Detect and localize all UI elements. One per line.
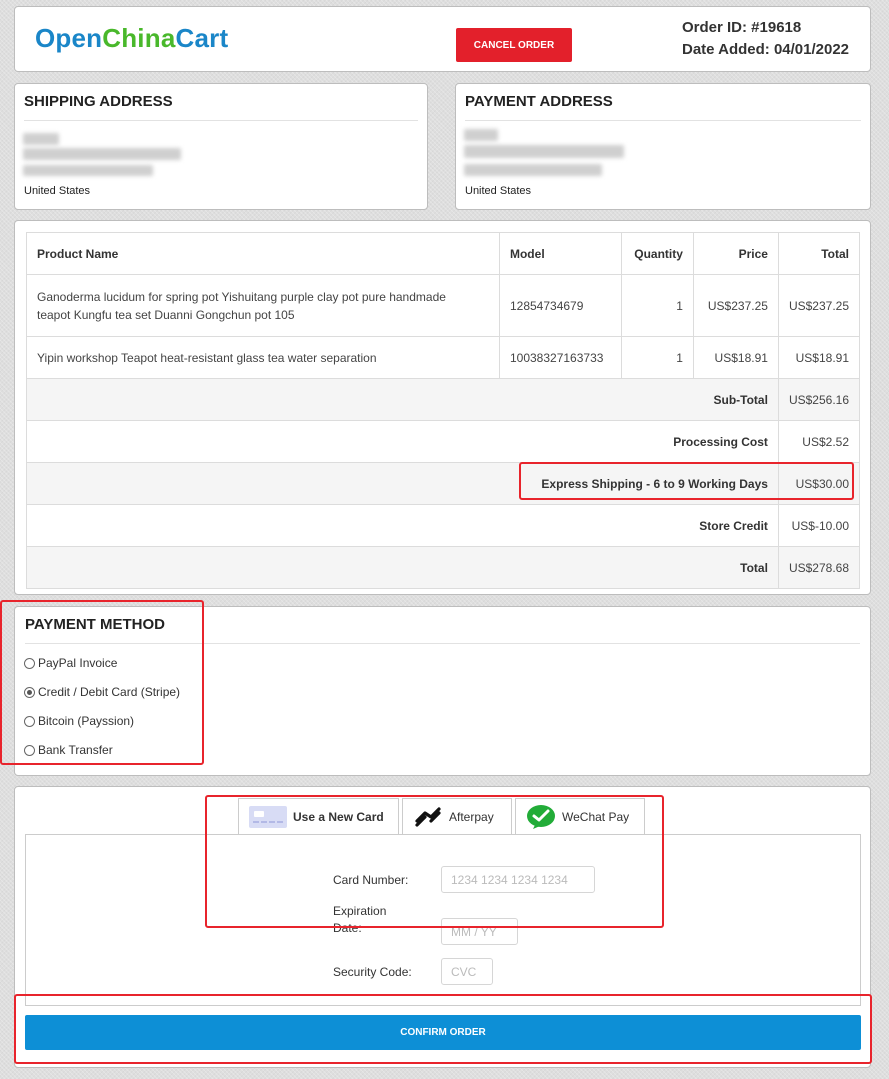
redacted-street: [464, 145, 624, 158]
redacted-street: [23, 148, 181, 160]
wechat-icon: [526, 804, 556, 830]
column-header-product: Product Name: [26, 232, 500, 275]
product-price: US$237.25: [692, 274, 779, 337]
credit-card-icon: [249, 806, 287, 828]
subtotal-value: US$256.16: [777, 378, 861, 421]
payment-address-title: PAYMENT ADDRESS: [465, 93, 613, 110]
processing-cost-label: Processing Cost: [26, 420, 779, 463]
product-quantity: 1: [620, 336, 694, 379]
divider: [25, 643, 860, 644]
processing-cost-row: Processing Cost US$2.52: [26, 420, 861, 463]
card-number-label: Card Number:: [333, 873, 409, 887]
product-name-line: Ganoderma lucidum for spring pot Yishuit…: [37, 289, 446, 304]
redacted-city: [464, 164, 602, 176]
product-model: 10038327163733: [498, 336, 622, 379]
payment-tabs: Use a New Card Afterpay WeChat Pay: [238, 798, 645, 835]
radio-button[interactable]: [24, 744, 35, 756]
payment-option-stripe[interactable]: Credit / Debit Card (Stripe): [24, 685, 180, 699]
afterpay-icon: [413, 804, 443, 830]
store-credit-value: US$-10.00: [777, 504, 861, 547]
logo-text-cart: Cart: [175, 23, 229, 53]
subtotal-row: Sub-Total US$256.16: [26, 378, 861, 421]
payment-country: United States: [465, 185, 532, 197]
expiration-input[interactable]: [441, 918, 518, 945]
column-header-total: Total: [777, 232, 861, 275]
table-row: Ganoderma lucidum for spring pot Yishuit…: [26, 274, 861, 337]
shipping-row: Express Shipping - 6 to 9 Working Days U…: [26, 462, 861, 505]
card-form: Card Number: Expiration Date: Security C…: [25, 834, 861, 1006]
site-logo[interactable]: OpenChinaCart: [35, 23, 228, 54]
processing-cost-value: US$2.52: [777, 420, 861, 463]
cancel-order-button[interactable]: CANCEL ORDER: [456, 28, 572, 62]
shipping-address-panel: SHIPPING ADDRESS United States: [14, 83, 428, 210]
confirm-order-button[interactable]: CONFIRM ORDER: [25, 1015, 861, 1050]
tab-label: Afterpay: [449, 810, 494, 824]
radio-button-selected[interactable]: [24, 686, 35, 698]
security-code-input[interactable]: [441, 958, 493, 985]
grand-total-row: Total US$278.68: [26, 546, 861, 589]
logo-text-china: China: [102, 23, 176, 53]
product-name-line: teapot Kungfu tea set Duanni Gongchun po…: [37, 307, 295, 322]
store-credit-label: Store Credit: [26, 504, 779, 547]
payment-option-label: Bank Transfer: [38, 743, 113, 757]
table-header-row: Product Name Model Quantity Price Total: [26, 232, 861, 275]
subtotal-label: Sub-Total: [26, 378, 779, 421]
column-header-quantity: Quantity: [620, 232, 694, 275]
payment-option-bitcoin[interactable]: Bitcoin (Payssion): [24, 714, 134, 728]
shipping-country: United States: [24, 185, 91, 197]
expiration-label-line: Expiration: [333, 904, 387, 918]
store-credit-row: Store Credit US$-10.00: [26, 504, 861, 547]
divider: [24, 120, 418, 121]
security-code-label: Security Code:: [333, 965, 412, 979]
payment-address-panel: PAYMENT ADDRESS United States: [455, 83, 871, 210]
product-price: US$18.91: [692, 336, 779, 379]
order-info: Order ID: #19618 Date Added: 04/01/2022: [682, 17, 849, 61]
payment-option-paypal[interactable]: PayPal Invoice: [24, 656, 117, 670]
product-model: 12854734679: [498, 274, 622, 337]
table-row: Yipin workshop Teapot heat-resistant gla…: [26, 336, 861, 379]
payment-method-panel: PAYMENT METHOD PayPal Invoice Credit / D…: [14, 606, 871, 776]
payment-method-title: PAYMENT METHOD: [25, 616, 166, 633]
payment-option-label: Bitcoin (Payssion): [38, 714, 135, 728]
payment-option-bank-transfer[interactable]: Bank Transfer: [24, 743, 113, 757]
tab-label: Use a New Card: [293, 810, 384, 824]
order-table: Product Name Model Quantity Price Total …: [26, 232, 861, 589]
column-header-model: Model: [498, 232, 622, 275]
shipping-address-title: SHIPPING ADDRESS: [24, 93, 173, 110]
tab-wechat-pay[interactable]: WeChat Pay: [515, 798, 645, 835]
redacted-name: [23, 133, 59, 145]
divider: [465, 120, 861, 121]
redacted-name: [464, 129, 498, 141]
tab-new-card[interactable]: Use a New Card: [238, 798, 399, 835]
card-payment-panel: Use a New Card Afterpay WeChat Pay Card …: [14, 786, 871, 1068]
grand-total-value: US$278.68: [777, 546, 861, 589]
tab-afterpay[interactable]: Afterpay: [402, 798, 512, 835]
date-added: Date Added: 04/01/2022: [682, 41, 850, 58]
product-name[interactable]: Ganoderma lucidum for spring pot Yishuit…: [26, 274, 500, 337]
product-total: US$18.91: [777, 336, 861, 379]
product-name[interactable]: Yipin workshop Teapot heat-resistant gla…: [26, 336, 500, 379]
order-id: Order ID: #19618: [682, 19, 802, 36]
payment-option-label: PayPal Invoice: [38, 656, 118, 670]
shipping-value: US$30.00: [777, 462, 861, 505]
radio-button[interactable]: [24, 657, 35, 669]
radio-button[interactable]: [24, 715, 35, 727]
redacted-city: [23, 165, 153, 176]
logo-text-open: Open: [35, 23, 103, 53]
expiration-date-label: Expiration Date:: [333, 903, 386, 937]
product-quantity: 1: [620, 274, 694, 337]
payment-option-label: Credit / Debit Card (Stripe): [38, 685, 181, 699]
grand-total-label: Total: [26, 546, 779, 589]
order-header: OpenChinaCart CANCEL ORDER Order ID: #19…: [14, 6, 871, 72]
column-header-price: Price: [692, 232, 779, 275]
expiration-label-line: Date:: [333, 921, 362, 935]
order-products-panel: Product Name Model Quantity Price Total …: [14, 220, 871, 595]
shipping-label: Express Shipping - 6 to 9 Working Days: [26, 462, 779, 505]
tab-label: WeChat Pay: [562, 810, 630, 824]
product-total: US$237.25: [777, 274, 861, 337]
card-number-input[interactable]: [441, 866, 595, 893]
